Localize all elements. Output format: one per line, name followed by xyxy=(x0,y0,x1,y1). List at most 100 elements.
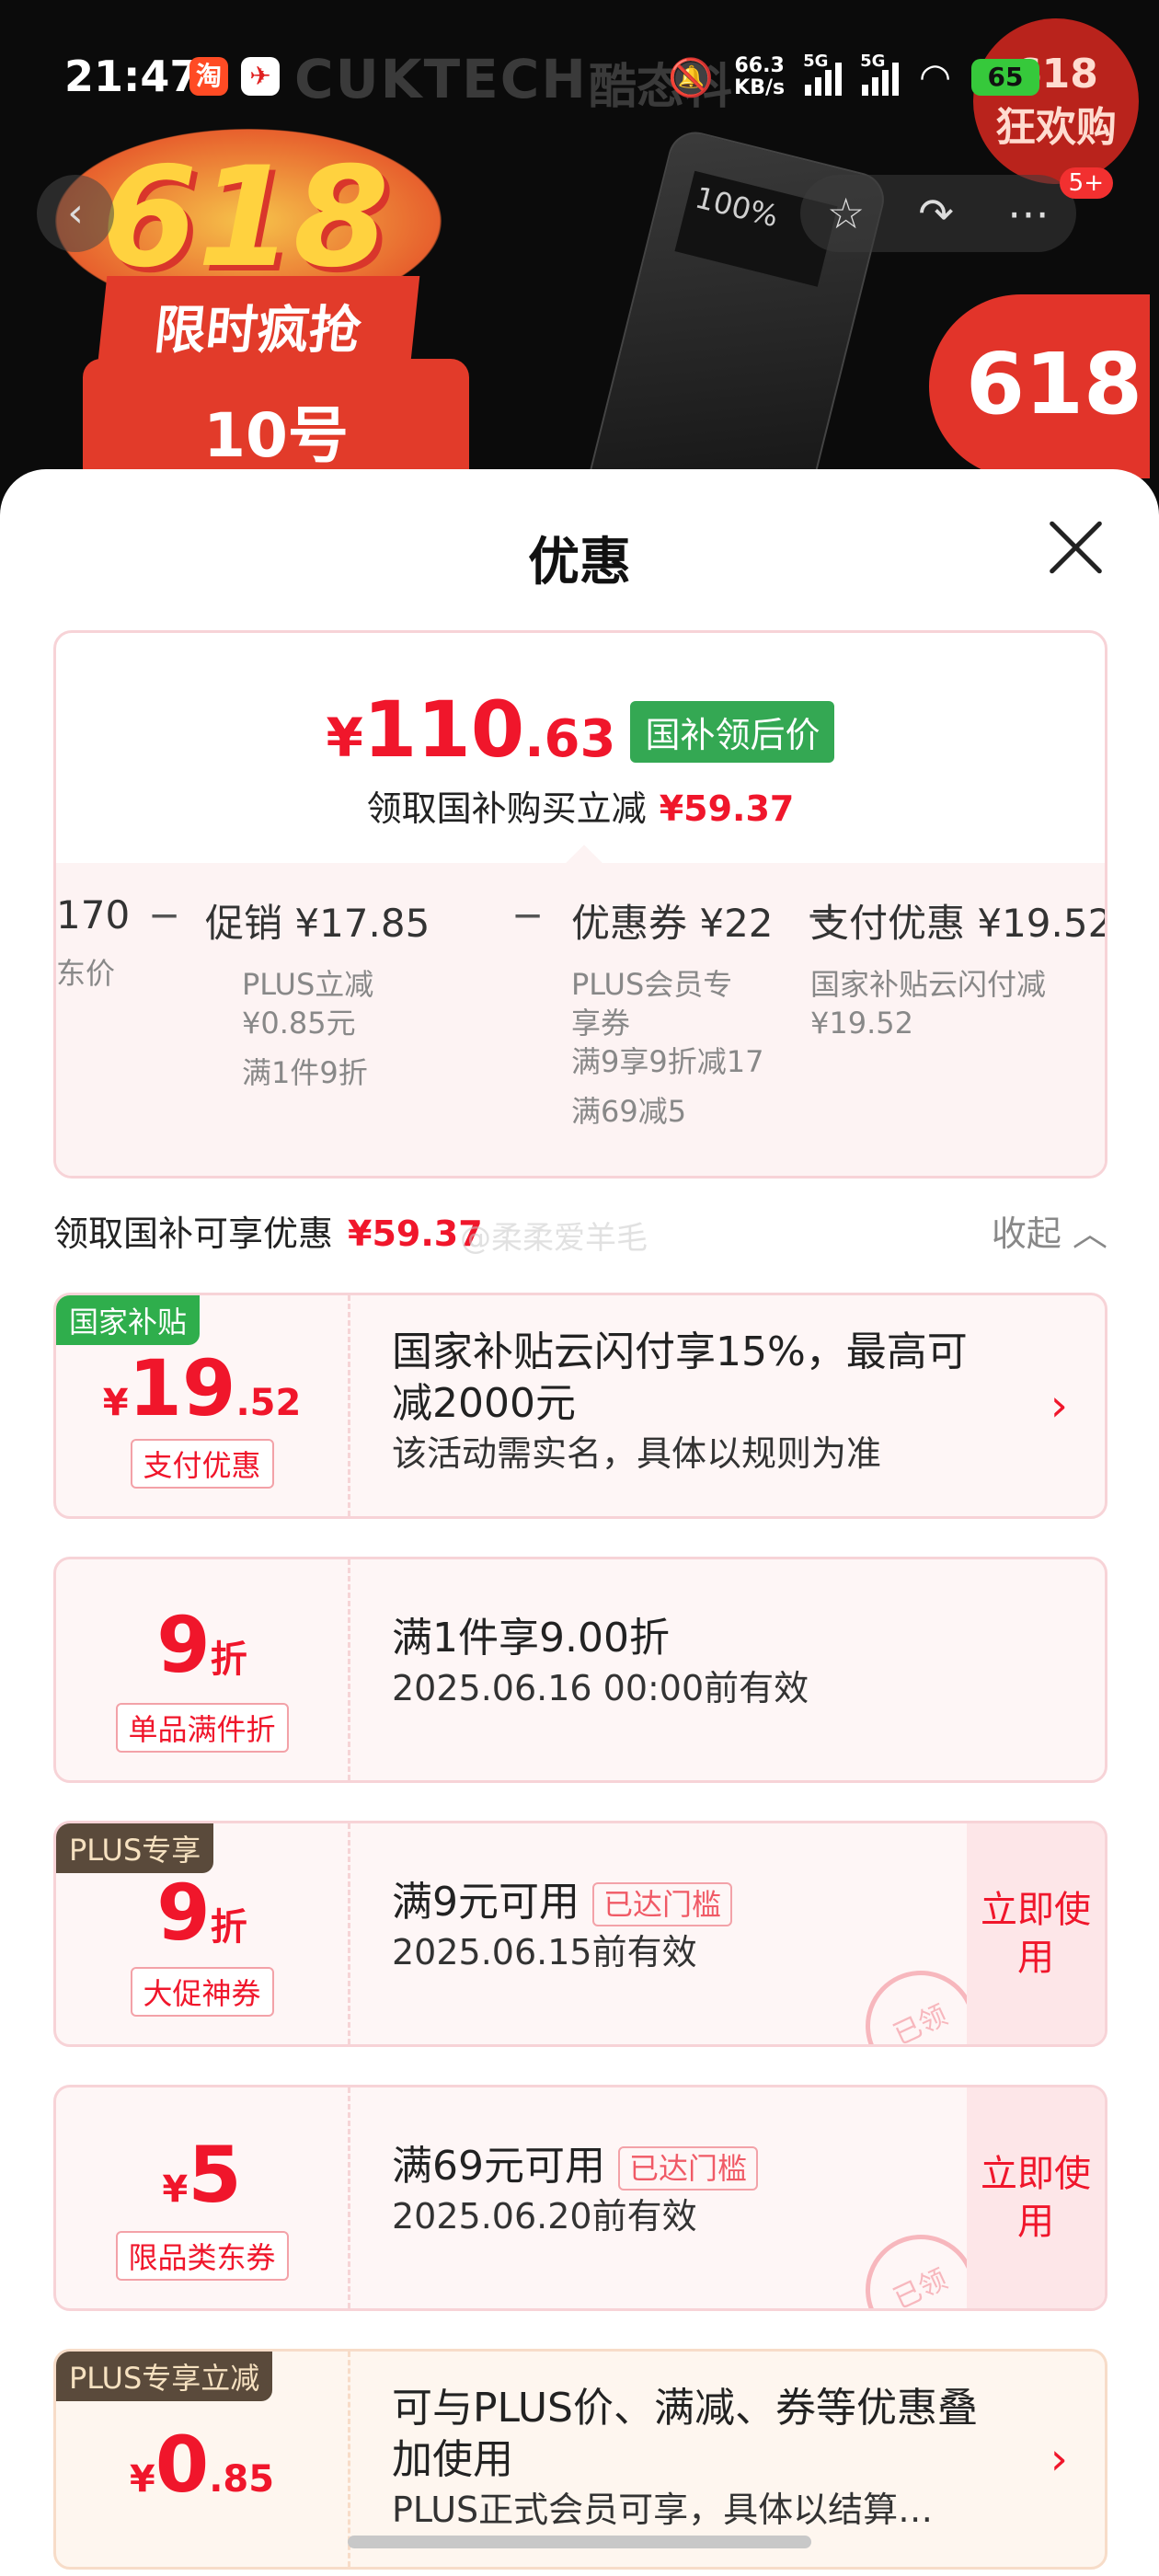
status-time: 21:47 xyxy=(64,52,200,101)
coupon-amount-currency: ¥ xyxy=(129,2458,155,2501)
chevron-right-icon: › xyxy=(1050,2433,1068,2485)
back-button[interactable]: ‹ xyxy=(37,175,114,252)
calc-payment: 支付优惠 ¥19.52 国家补贴云闪付减 ¥19.52 xyxy=(810,892,1107,1042)
coupon-amount: ¥5 xyxy=(56,2130,348,2220)
coupon-amount-decimal: .85 xyxy=(209,2458,275,2501)
coupon-amount-integer: 0 xyxy=(155,2420,210,2510)
calc-coupon-detail: PLUS会员专 xyxy=(571,967,733,1002)
coupon-value: ¥5 限品类东券 xyxy=(56,2087,350,2308)
network-speed-unit: KB/s xyxy=(734,76,786,99)
coupon-title: 满9元可用 xyxy=(392,1879,580,1926)
subsidy-section-title: 领取国补可享优惠 xyxy=(53,1213,334,1254)
coupon-amount: 9折 xyxy=(56,1868,348,1958)
coupon-description: 该活动需实名，具体以规则为准 xyxy=(392,1433,882,1474)
price-breakdown: 170 东价 − 促销 ¥17.85 PLUS立减 ¥0.85元 满1件9折 −… xyxy=(56,863,1107,1176)
calc-coupon: 优惠券 ¥22 PLUS会员专 享券 满9享9折减17 满69减5 xyxy=(518,892,794,1131)
calc-payment-value: 支付优惠 ¥19.52 xyxy=(810,901,1107,946)
coupon-body: 国家补贴云闪付享15%，最高可减2000元 该活动需实名，具体以规则为准 xyxy=(392,1295,994,1516)
subsidy-saving-text: 领取国补购买立减 xyxy=(366,788,647,829)
threshold-reached-badge: 已达门槛 xyxy=(618,2146,759,2191)
battery-icon: 65 xyxy=(971,59,1039,96)
final-price-currency: ¥ xyxy=(326,707,363,769)
close-icon[interactable] xyxy=(1043,515,1107,580)
home-indicator[interactable] xyxy=(348,2536,811,2548)
status-bar: 21:47 淘 ✈ 🔕 66.3 KB/s 5G 5G ◠ 65 xyxy=(0,0,1159,156)
coupon-type-label: 限品类东券 xyxy=(115,2231,289,2281)
signal-label-2: 5G xyxy=(860,52,886,71)
coupon-body: 满1件享9.00折 2025.06.16 00:00前有效 xyxy=(392,1559,994,1780)
sheet-title: 优惠 xyxy=(528,533,631,592)
coupon-value: 9折 单品满件折 xyxy=(56,1559,350,1780)
coupon-plus-exclusive: PLUS专享 9折 大促神券 满9元可用 已达门槛 2025.06.15前有效 已… xyxy=(53,1821,1107,2047)
coupon-amount-integer: 9 xyxy=(156,1600,211,1690)
coupon-national-subsidy[interactable]: 国家补贴 ¥19.52 支付优惠 国家补贴云闪付享15%，最高可减2000元 该… xyxy=(53,1293,1107,1519)
wifi-icon: ◠ xyxy=(919,56,951,98)
coupon-amount: ¥0.85 xyxy=(56,2420,348,2510)
discount-sheet: 优惠 ¥110.63 国补领后价 领取国补购买立减 ¥59.37 170 东价 − xyxy=(0,469,1159,2576)
calc-coupon-details: PLUS会员专 享券 满9享9折减17 满69减5 xyxy=(518,965,794,1131)
favorite-star-icon[interactable]: ☆ xyxy=(827,189,865,238)
subsidy-saving-line: 领取国补购买立减 ¥59.37 xyxy=(56,780,1105,831)
subsidy-price-tag: 国补领后价 xyxy=(630,701,835,763)
coupon-title: 可与PLUS价、满减、券等优惠叠加使用 xyxy=(392,2385,978,2483)
coupon-corner-tag: PLUS专享 xyxy=(56,1823,214,1873)
signal-icon-2: 5G xyxy=(860,52,900,96)
coupon-corner-tag: 国家补贴 xyxy=(56,1295,201,1345)
calc-promotion-detail: 满1件9折 xyxy=(242,1055,368,1090)
final-price-decimal: .63 xyxy=(524,709,616,769)
badge-618: 618 xyxy=(929,294,1150,478)
message-count-badge: 5+ xyxy=(1059,167,1113,199)
coupon-type-label: 支付优惠 xyxy=(130,1439,274,1489)
status-icons: 🔕 66.3 KB/s 5G 5G ◠ 65 xyxy=(668,52,1039,99)
coupon-validity: 2025.06.20前有效 xyxy=(392,2196,697,2237)
subsidy-saving-amount: ¥59.37 xyxy=(659,788,795,829)
coupon-amount-unit: 折 xyxy=(210,1906,247,1949)
calc-payment-detail: 国家补贴云闪付减 xyxy=(810,967,1047,1002)
share-icon[interactable]: ↷ xyxy=(918,189,954,238)
coupon-validity: 2025.06.16 00:00前有效 xyxy=(392,1668,809,1708)
use-now-button[interactable]: 立即使用 xyxy=(967,1823,1105,2044)
subsidy-section-title-line: 领取国补可享优惠 ¥59.37 xyxy=(53,1213,483,1254)
final-price-integer: 110 xyxy=(362,684,525,775)
use-now-button[interactable]: 立即使用 xyxy=(967,2087,1105,2308)
coupon-corner-tag: PLUS专享立减 xyxy=(56,2352,273,2401)
product-top-nav: ‹ ☆ ↷ ⋯ 5+ xyxy=(28,167,1113,258)
coupon-description: PLUS正式会员可享，具体以结算… xyxy=(392,2490,934,2530)
calc-promotion-value: 促销 ¥17.85 xyxy=(205,901,430,946)
watermark-text: @柔柔爱羊毛 xyxy=(460,1220,648,1257)
nav-action-group: ☆ ↷ ⋯ xyxy=(800,175,1076,252)
coupon-amount: 9折 xyxy=(56,1600,348,1690)
chevron-up-icon: ︿ xyxy=(1072,1213,1107,1254)
final-price: ¥110.63 xyxy=(327,684,616,775)
collapse-label: 收起 xyxy=(991,1213,1061,1254)
calc-coupon-detail: 满9享9折减17 xyxy=(571,1044,764,1079)
coupon-amount-unit: 折 xyxy=(210,1639,247,1681)
coupon-title-line: 满69元可用 已达门槛 xyxy=(392,2141,958,2192)
coupon-title: 满69元可用 xyxy=(392,2143,605,2190)
coupon-amount-currency: ¥ xyxy=(162,2168,189,2211)
price-calculation: 170 东价 − 促销 ¥17.85 PLUS立减 ¥0.85元 满1件9折 −… xyxy=(56,892,1107,1176)
coupon-amount-integer: 19 xyxy=(128,1343,236,1433)
coupon-amount-integer: 5 xyxy=(188,2130,242,2220)
network-speed-value: 66.3 xyxy=(734,54,785,77)
coupon-single-item-discount: 9折 单品满件折 满1件享9.00折 2025.06.16 00:00前有效 xyxy=(53,1557,1107,1783)
coupon-title: 满1件享9.00折 xyxy=(392,1615,670,1662)
collapse-toggle[interactable]: 收起 ︿ xyxy=(992,1205,1107,1256)
more-icon[interactable]: ⋯ xyxy=(1007,189,1050,238)
price-summary-top: ¥110.63 国补领后价 领取国补购买立减 ¥59.37 xyxy=(56,633,1105,863)
threshold-reached-badge: 已达门槛 xyxy=(592,1882,733,1926)
calc-coupon-value: 优惠券 ¥22 xyxy=(571,901,774,946)
signal-icon-1: 5G xyxy=(803,52,843,96)
coupon-type-label: 单品满件折 xyxy=(115,1703,289,1753)
calc-payment-details: 国家补贴云闪付减 ¥19.52 xyxy=(810,965,1105,1042)
chevron-right-icon: › xyxy=(1050,1380,1068,1432)
calc-promotion-detail: PLUS立减 xyxy=(242,967,374,1002)
calc-coupon-detail: 满69减5 xyxy=(571,1094,687,1129)
calc-payment-detail: ¥19.52 xyxy=(810,1006,913,1041)
coupon-amount-decimal: .52 xyxy=(235,1382,302,1424)
coupon-title-line: 满9元可用 已达门槛 xyxy=(392,1877,958,1928)
calc-promotion-detail: ¥0.85元 xyxy=(242,1006,356,1041)
coupon-body: 可与PLUS价、满减、券等优惠叠加使用 PLUS正式会员可享，具体以结算… xyxy=(392,2352,994,2567)
price-summary-card: ¥110.63 国补领后价 领取国补购买立减 ¥59.37 170 东价 − 促销… xyxy=(53,630,1107,1179)
coupon-validity: 2025.06.15前有效 xyxy=(392,1932,697,1972)
